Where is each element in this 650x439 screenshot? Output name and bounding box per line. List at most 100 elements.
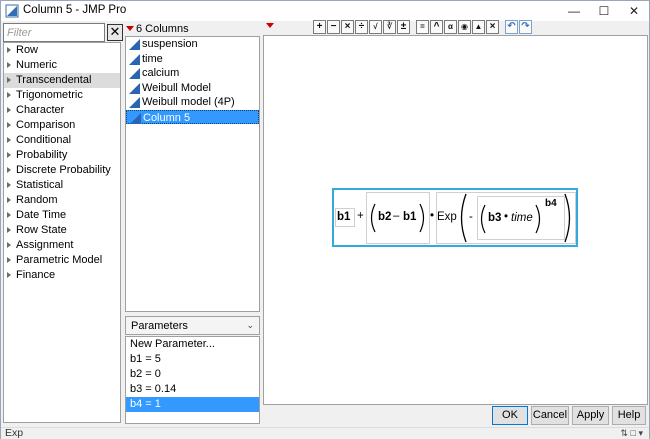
function-category-finance[interactable]: Finance <box>4 268 120 283</box>
close-icon[interactable]: ✕ <box>619 1 649 21</box>
formula-operator-minus: – <box>393 210 400 222</box>
left-paren-icon <box>480 204 486 234</box>
expand-triangle-icon <box>7 197 11 203</box>
filter-input[interactable] <box>3 23 105 42</box>
function-category-conditional[interactable]: Conditional <box>4 133 120 148</box>
formula-operator-negate: - <box>469 211 473 223</box>
assign-icon[interactable]: = <box>416 20 429 34</box>
parameter-item[interactable]: b2 = 0 <box>126 367 259 382</box>
column-item[interactable]: time <box>126 52 259 67</box>
formula-function-exp[interactable]: Exp <box>437 211 457 223</box>
expand-triangle-icon <box>7 137 11 143</box>
function-category-trigonometric[interactable]: Trigonometric <box>4 88 120 103</box>
delete-icon[interactable]: × <box>486 20 499 34</box>
parameter-item[interactable]: b3 = 0.14 <box>126 382 259 397</box>
parameter-item[interactable]: b1 = 5 <box>126 352 259 367</box>
plus-minus-icon[interactable]: ± <box>397 20 410 34</box>
times-icon[interactable]: × <box>341 20 354 34</box>
right-paren-icon <box>535 204 541 234</box>
minimize-icon[interactable]: — <box>559 1 589 21</box>
status-text: Exp <box>5 427 24 439</box>
function-category-probability[interactable]: Probability <box>4 148 120 163</box>
continuous-column-icon <box>129 97 140 108</box>
continuous-column-icon <box>129 82 140 94</box>
expand-triangle-icon <box>7 227 11 233</box>
formula-editor-area[interactable]: b1 + b2 – b1 • Exp - b3 • time b4 <box>263 35 648 405</box>
column-item-selected[interactable]: Column 5 <box>126 109 259 124</box>
editor-menu-red-triangle-icon[interactable] <box>266 23 274 28</box>
power-icon[interactable]: ^ <box>430 20 443 34</box>
formula-operator-plus: + <box>357 210 364 222</box>
column-item[interactable]: Weibull Model <box>126 81 259 96</box>
ok-button[interactable]: OK <box>492 406 528 425</box>
window-icon[interactable]: □ <box>631 428 636 438</box>
expand-triangle-icon <box>7 77 11 83</box>
function-category-comparison[interactable]: Comparison <box>4 118 120 133</box>
jmp-app-icon <box>5 4 19 18</box>
parameters-dropdown[interactable]: Parameters ⌄ <box>125 316 260 335</box>
function-category-row[interactable]: Row <box>4 43 120 58</box>
right-paren-icon <box>419 203 425 233</box>
title-bar: Column 5 - JMP Pro — ☐ ✕ <box>1 1 649 21</box>
formula-exponent-b4[interactable]: b4 <box>545 198 557 209</box>
expand-triangle-icon <box>7 152 11 158</box>
expand-triangle-icon <box>7 47 11 53</box>
extract-icon[interactable]: ▲ <box>472 20 485 34</box>
formula-term-b2[interactable]: b2 <box>378 211 391 223</box>
formula-term-b1[interactable]: b1 <box>337 211 350 223</box>
redo-icon[interactable]: ↷ <box>519 20 532 34</box>
expand-triangle-icon <box>7 107 11 113</box>
apply-button[interactable]: Apply <box>572 406 609 425</box>
function-category-character[interactable]: Character <box>4 103 120 118</box>
function-category-numeric[interactable]: Numeric <box>4 58 120 73</box>
left-paren-icon <box>460 193 467 243</box>
cancel-button[interactable]: Cancel <box>531 406 569 425</box>
new-parameter-item[interactable]: New Parameter... <box>126 337 259 352</box>
function-category-parametric-model[interactable]: Parametric Model <box>4 253 120 268</box>
right-paren-icon <box>564 193 571 243</box>
help-button[interactable]: Help <box>612 406 646 425</box>
function-category-list: Row Numeric Transcendental Trigonometric… <box>3 42 121 423</box>
function-category-row-state[interactable]: Row State <box>4 223 120 238</box>
peel-icon[interactable]: ◉ <box>458 20 471 34</box>
columns-menu-red-triangle-icon[interactable] <box>126 26 134 31</box>
function-category-transcendental[interactable]: Transcendental <box>4 73 120 88</box>
formula-term-b1[interactable]: b1 <box>403 211 416 223</box>
formula-term-time[interactable]: time <box>511 212 533 224</box>
sqrt-x-icon[interactable]: √ <box>369 20 382 34</box>
continuous-column-icon <box>129 68 140 79</box>
function-category-assignment[interactable]: Assignment <box>4 238 120 253</box>
column-item[interactable]: calcium <box>126 66 259 81</box>
columns-list: suspension time calcium Weibull Model We… <box>125 36 260 312</box>
function-category-statistical[interactable]: Statistical <box>4 178 120 193</box>
plus-icon[interactable]: + <box>313 20 326 34</box>
maximize-icon[interactable]: ☐ <box>589 1 619 21</box>
chevron-down-icon[interactable]: ▾ <box>638 428 643 438</box>
parameter-item-selected[interactable]: b4 = 1 <box>126 397 259 412</box>
column-item[interactable]: Weibull model (4P) <box>126 95 259 110</box>
expand-triangle-icon <box>7 92 11 98</box>
expand-triangle-icon <box>7 212 11 218</box>
expand-triangle-icon <box>7 257 11 263</box>
function-category-discrete-probability[interactable]: Discrete Probability <box>4 163 120 178</box>
column-item[interactable]: suspension <box>126 37 259 52</box>
continuous-column-icon <box>130 112 141 124</box>
formula-editor-window: Column 5 - JMP Pro — ☐ ✕ ✕ Row Numeric T… <box>0 0 650 439</box>
formula-expression[interactable]: b1 + b2 – b1 • Exp - b3 • time b4 <box>332 188 578 247</box>
function-category-random[interactable]: Random <box>4 193 120 208</box>
expand-triangle-icon <box>7 182 11 188</box>
formula-term-b3[interactable]: b3 <box>488 212 501 224</box>
clear-filter-icon[interactable]: ✕ <box>107 24 123 41</box>
minus-icon[interactable]: − <box>327 20 340 34</box>
formula-operator-times: • <box>430 210 435 222</box>
formula-operator-times: • <box>504 211 509 223</box>
sqrt-n-icon[interactable]: ∛ <box>383 20 396 34</box>
parameters-list: New Parameter... b1 = 5 b2 = 0 b3 = 0.14… <box>125 336 260 424</box>
divide-icon[interactable]: ÷ <box>355 20 368 34</box>
function-category-date-time[interactable]: Date Time <box>4 208 120 223</box>
arrow-up-down-icon[interactable]: ⇅ <box>620 428 628 438</box>
local-icon[interactable]: α <box>444 20 457 34</box>
left-paren-icon <box>370 203 376 233</box>
undo-icon[interactable]: ↶ <box>505 20 518 34</box>
expand-triangle-icon <box>7 272 11 278</box>
